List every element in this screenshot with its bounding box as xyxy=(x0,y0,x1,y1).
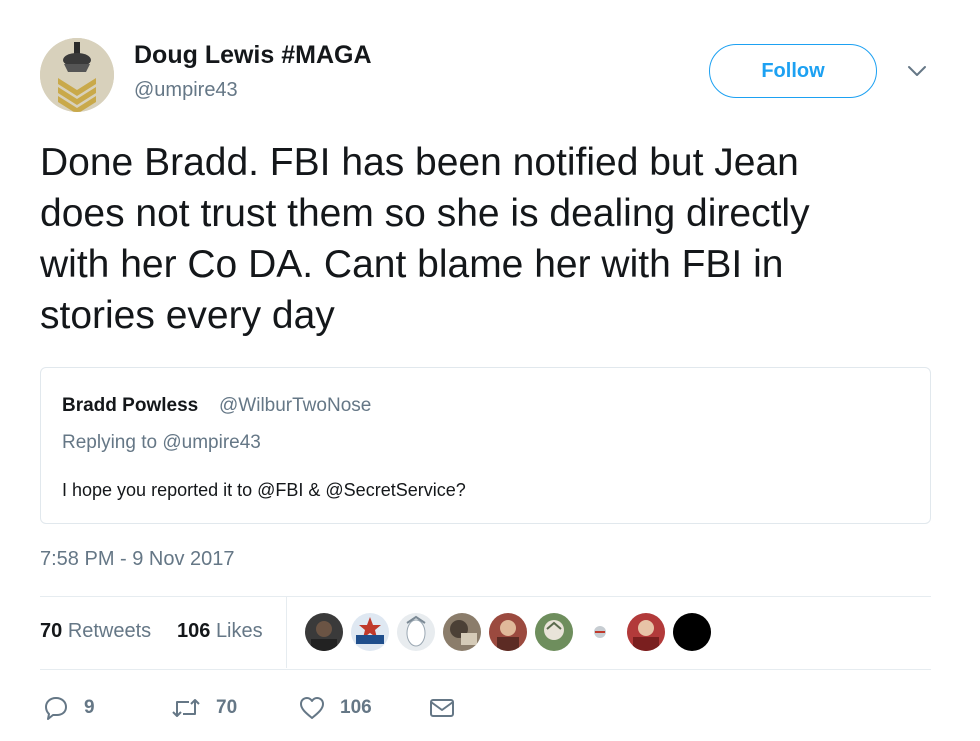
likes-stat[interactable]: 106 Likes xyxy=(177,620,263,643)
replying-to-text: Replying to xyxy=(62,432,158,453)
sergeant-badge-icon xyxy=(40,38,114,112)
author-avatar[interactable] xyxy=(40,38,114,112)
follow-button[interactable]: Follow xyxy=(709,44,877,98)
stats-divider-bottom xyxy=(40,669,931,670)
quoted-author-name: Bradd Powless xyxy=(62,395,199,416)
liker-avatar[interactable] xyxy=(488,612,528,652)
reply-count: 9 xyxy=(84,697,95,718)
quoted-tweet-text: I hope you reported it to @FBI & @Secret… xyxy=(62,480,466,500)
stats-divider-top xyxy=(40,596,931,597)
retweet-count: 70 xyxy=(216,697,238,718)
reply-button[interactable]: 9 xyxy=(42,692,95,724)
author-screen-name[interactable]: @umpire43 xyxy=(134,79,238,102)
heart-icon xyxy=(300,697,324,719)
likes-label: Likes xyxy=(215,620,263,642)
liker-avatar[interactable] xyxy=(304,612,344,652)
liker-avatar[interactable] xyxy=(580,612,620,652)
stats-vertical-divider xyxy=(286,597,287,668)
quoted-tweet-card[interactable]: Bradd Powless @WilburTwoNose Replying to… xyxy=(40,367,931,524)
retweets-count: 70 xyxy=(40,620,63,642)
retweets-label: Retweets xyxy=(67,620,152,642)
liker-avatar[interactable] xyxy=(442,612,482,652)
quoted-author-handle: @WilburTwoNose xyxy=(219,395,372,416)
tweet-text-line: does not trust them so she is dealing di… xyxy=(40,192,810,235)
like-count: 106 xyxy=(340,697,372,718)
replying-to-label: Replying to @umpire43 xyxy=(62,432,261,454)
direct-message-button[interactable] xyxy=(428,692,456,724)
reply-icon xyxy=(45,697,67,720)
liker-avatar[interactable] xyxy=(396,612,436,652)
retweet-button[interactable]: 70 xyxy=(170,692,237,724)
chevron-down-icon[interactable] xyxy=(906,62,928,80)
tweet-text-line: with her Co DA. Cant blame her with FBI … xyxy=(40,243,784,286)
liker-avatar[interactable] xyxy=(350,612,390,652)
envelope-icon xyxy=(430,699,454,717)
liker-avatar[interactable] xyxy=(672,612,712,652)
likes-count: 106 xyxy=(177,620,211,642)
liker-avatar[interactable] xyxy=(626,612,666,652)
replying-to-handle[interactable]: @umpire43 xyxy=(162,432,261,453)
like-button[interactable]: 106 xyxy=(298,692,372,724)
retweet-icon xyxy=(172,699,200,717)
retweets-stat[interactable]: 70 Retweets xyxy=(40,620,151,643)
tweet-timestamp[interactable]: 7:58 PM - 9 Nov 2017 xyxy=(40,548,235,571)
author-display-name[interactable]: Doug Lewis #MAGA xyxy=(134,41,372,70)
tweet-text: Done Bradd. FBI has been notified but Je… xyxy=(40,137,940,341)
tweet-text-line: Done Bradd. FBI has been notified but Je… xyxy=(40,141,799,184)
tweet-text-line: stories every day xyxy=(40,294,335,337)
liker-avatar[interactable] xyxy=(534,612,574,652)
